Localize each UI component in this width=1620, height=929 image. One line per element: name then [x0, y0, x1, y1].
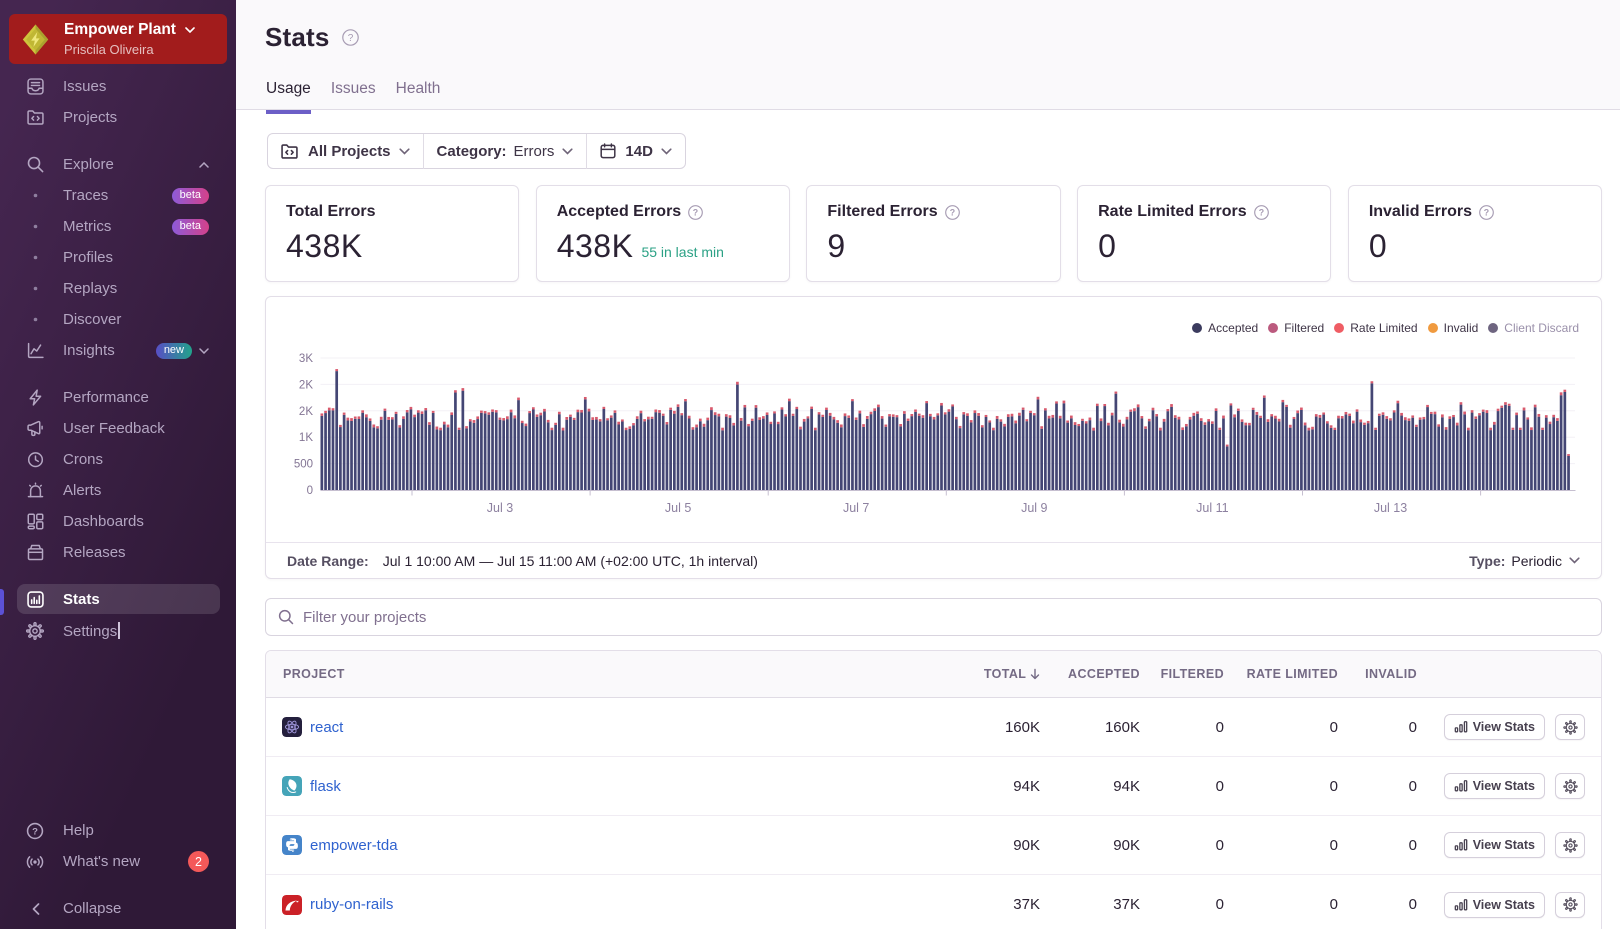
svg-text:2K: 2K: [299, 406, 313, 418]
svg-text:?: ?: [1258, 207, 1263, 217]
svg-text:?: ?: [949, 207, 954, 217]
svg-text:Jul 3: Jul 3: [487, 501, 513, 515]
svg-text:?: ?: [347, 33, 353, 44]
svg-text:Jul 9: Jul 9: [1021, 501, 1047, 515]
svg-text:2K: 2K: [299, 379, 313, 391]
svg-text:3K: 3K: [299, 353, 313, 365]
svg-text:1K: 1K: [299, 432, 313, 444]
svg-text:?: ?: [693, 207, 698, 217]
svg-text:?: ?: [32, 826, 38, 837]
svg-text:500: 500: [294, 459, 313, 471]
svg-text:Jul 13: Jul 13: [1374, 501, 1407, 515]
svg-text:0: 0: [307, 485, 313, 497]
svg-text:Jul 7: Jul 7: [843, 501, 869, 515]
svg-text:Jul 5: Jul 5: [665, 501, 691, 515]
svg-text:Jul 11: Jul 11: [1196, 501, 1228, 515]
svg-text:?: ?: [1484, 207, 1489, 217]
